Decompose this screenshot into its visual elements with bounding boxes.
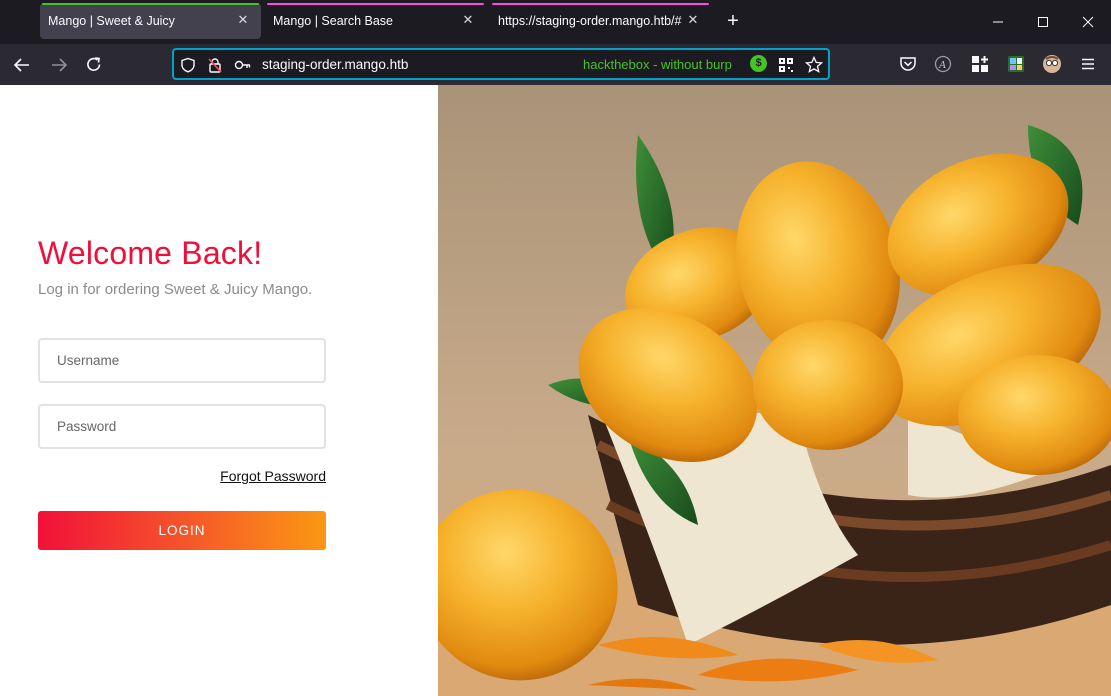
mango-basket-photo bbox=[438, 85, 1111, 696]
url-text[interactable]: staging-order.mango.htb bbox=[262, 57, 408, 72]
extension-icon[interactable]: A bbox=[933, 54, 953, 74]
insecure-lock-icon[interactable] bbox=[206, 56, 224, 74]
tab-title: Mango | Search Base bbox=[273, 14, 393, 28]
maximize-icon[interactable] bbox=[1033, 12, 1053, 32]
tab-close-icon[interactable]: ✕ bbox=[460, 12, 476, 28]
forward-arrow-icon[interactable] bbox=[47, 53, 71, 77]
menu-icon[interactable] bbox=[1078, 54, 1098, 74]
shield-icon[interactable] bbox=[179, 56, 197, 74]
username-field[interactable] bbox=[38, 338, 326, 383]
address-bar[interactable]: staging-order.mango.htb hackthebox - wit… bbox=[172, 48, 830, 80]
container-indicator bbox=[492, 3, 709, 5]
password-field[interactable] bbox=[38, 404, 326, 449]
login-panel: Welcome Back! Log in for ordering Sweet … bbox=[0, 85, 438, 696]
bookmark-star-icon[interactable] bbox=[805, 56, 823, 74]
back-arrow-icon[interactable] bbox=[10, 53, 34, 77]
tab-close-icon[interactable]: ✕ bbox=[685, 12, 701, 28]
tab-title: Mango | Sweet & Juicy bbox=[48, 14, 175, 28]
forgot-password-link[interactable]: Forgot Password bbox=[216, 468, 326, 484]
profile-avatar-icon[interactable] bbox=[1042, 54, 1062, 74]
tab-strip: Mango | Sweet & Juicy ✕ Mango | Search B… bbox=[0, 0, 1111, 44]
minimize-icon[interactable] bbox=[988, 12, 1008, 32]
close-icon[interactable] bbox=[1078, 12, 1098, 32]
login-button[interactable]: LOGIN bbox=[38, 511, 326, 550]
plus-icon[interactable]: + bbox=[722, 11, 744, 33]
container-indicator bbox=[42, 3, 259, 5]
page-title: Welcome Back! bbox=[38, 235, 263, 271]
page-content: Welcome Back! Log in for ordering Sweet … bbox=[0, 85, 1111, 696]
container-dollar-icon: $ bbox=[750, 55, 767, 72]
tab-close-icon[interactable]: ✕ bbox=[235, 12, 251, 28]
container-label: hackthebox - without burp bbox=[583, 57, 732, 72]
tab-mango-search-base[interactable]: Mango | Search Base ✕ bbox=[265, 3, 486, 39]
addon-grid-icon[interactable] bbox=[970, 54, 990, 74]
tab-staging-order[interactable]: https://staging-order.mango.htb/# ✕ bbox=[490, 3, 711, 39]
navigation-toolbar: staging-order.mango.htb hackthebox - wit… bbox=[0, 44, 1111, 85]
tab-title: https://staging-order.mango.htb/# bbox=[498, 14, 682, 28]
reload-icon[interactable] bbox=[82, 53, 106, 77]
color-extension-icon[interactable] bbox=[1006, 54, 1026, 74]
login-subtitle: Log in for ordering Sweet & Juicy Mango. bbox=[38, 281, 313, 298]
key-icon[interactable] bbox=[234, 56, 252, 74]
qr-code-icon[interactable] bbox=[777, 56, 795, 74]
pocket-icon[interactable] bbox=[898, 54, 918, 74]
container-indicator bbox=[267, 3, 484, 5]
svg-text:A: A bbox=[938, 59, 946, 71]
tab-mango-sweet-juicy[interactable]: Mango | Sweet & Juicy ✕ bbox=[40, 3, 261, 39]
